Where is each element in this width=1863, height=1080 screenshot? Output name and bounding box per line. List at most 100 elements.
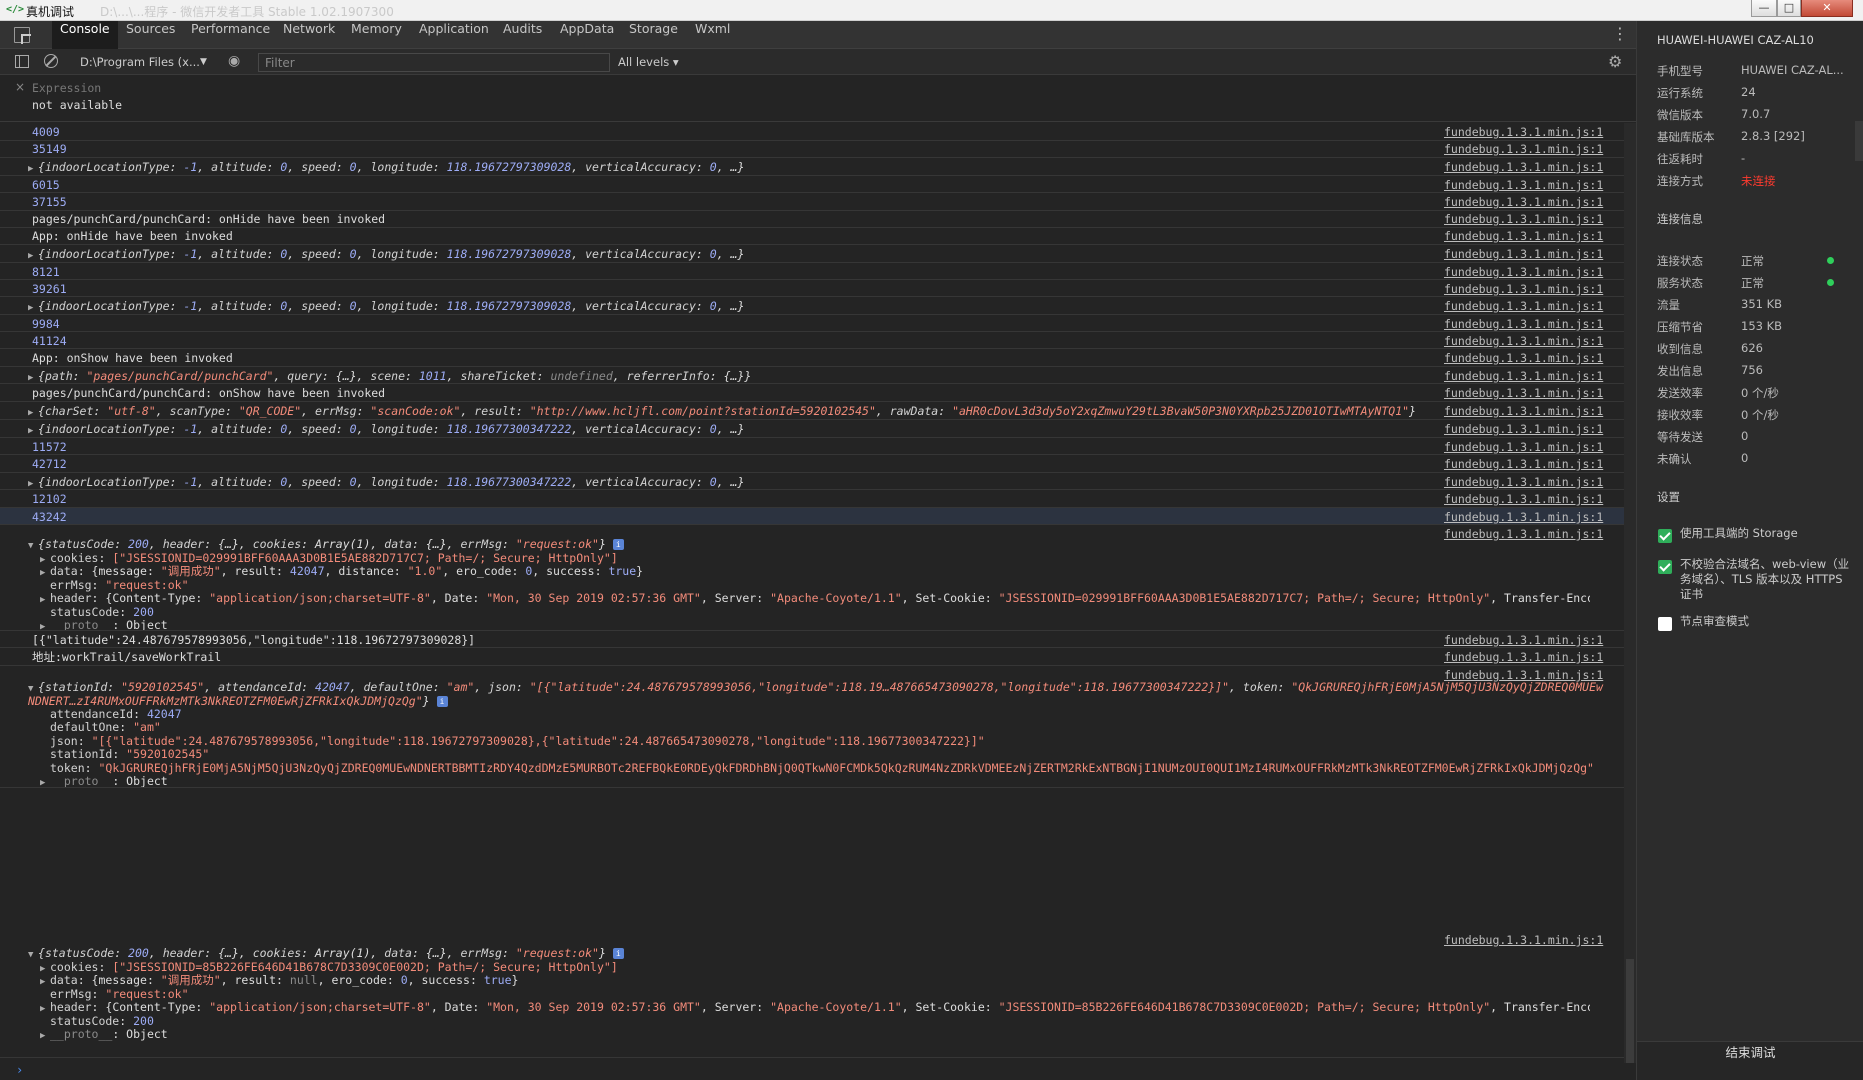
sidebar-toggle-icon[interactable]: [15, 55, 29, 68]
source-link[interactable]: fundebug.1.3.1.min.js:1: [1444, 402, 1603, 419]
log-row[interactable]: ▶ {indoorLocationType: -1, altitude: 0, s…: [0, 245, 1624, 263]
source-link[interactable]: fundebug.1.3.1.min.js:1: [1444, 631, 1603, 647]
conn-row: 接收效率 0 个/秒: [1657, 407, 1779, 423]
tab-wxml[interactable]: Wxml: [687, 21, 738, 49]
eye-icon[interactable]: ◉: [228, 54, 244, 68]
source-link[interactable]: fundebug.1.3.1.min.js:1: [1444, 349, 1603, 366]
tab-network[interactable]: Network: [275, 21, 343, 49]
source-link[interactable]: fundebug.1.3.1.min.js:1: [1444, 211, 1603, 227]
source-link[interactable]: fundebug.1.3.1.min.js:1: [1444, 384, 1603, 401]
log-scrollbar[interactable]: [1624, 123, 1636, 1063]
log-row[interactable]: ▶ {indoorLocationType: -1, altitude: 0, s…: [0, 158, 1624, 176]
section-title-connection: 连接信息: [1657, 212, 1703, 226]
expand-arrow-icon[interactable]: ▶: [28, 474, 38, 489]
tab-application[interactable]: Application: [411, 21, 497, 49]
log-row[interactable]: ▶ {indoorLocationType: -1, altitude: 0, s…: [0, 420, 1624, 438]
log-row: 42712 fundebug.1.3.1.min.js:1: [0, 455, 1624, 473]
collapse-arrow-icon[interactable]: ▼: [28, 538, 38, 554]
tab-memory[interactable]: Memory: [343, 21, 410, 49]
source-link[interactable]: fundebug.1.3.1.min.js:1: [1444, 141, 1603, 157]
charset-value: "utf-8": [107, 404, 156, 418]
expand-arrow-icon[interactable]: ▶: [28, 421, 38, 437]
source-link[interactable]: fundebug.1.3.1.min.js:1: [1444, 525, 1603, 544]
expression-label[interactable]: Expression: [32, 81, 101, 95]
source-link[interactable]: fundebug.1.3.1.min.js:1: [1444, 648, 1603, 665]
source-link[interactable]: fundebug.1.3.1.min.js:1: [1444, 193, 1603, 210]
storage-checkbox[interactable]: [1658, 529, 1672, 543]
scantype-value: "QR_CODE": [238, 404, 302, 418]
log-row: 4009 fundebug.1.3.1.min.js:1: [0, 123, 1624, 141]
source-link[interactable]: fundebug.1.3.1.min.js:1: [1444, 158, 1603, 175]
source-link[interactable]: fundebug.1.3.1.min.js:1: [1444, 438, 1603, 454]
longitude-value: 118.19677300347222: [446, 475, 572, 489]
log-row-selected: 43242 fundebug.1.3.1.min.js:1: [0, 508, 1624, 525]
log-row[interactable]: ▶ {indoorLocationType: -1, altitude: 0, s…: [0, 473, 1624, 490]
source-link[interactable]: fundebug.1.3.1.min.js:1: [1444, 315, 1603, 331]
expand-arrow-icon[interactable]: ▶: [40, 1028, 50, 1044]
conn-value: 626: [1741, 341, 1763, 355]
end-debug-button[interactable]: 结束调试: [1637, 1042, 1863, 1080]
source-link[interactable]: fundebug.1.3.1.min.js:1: [1444, 473, 1603, 489]
expand-arrow-icon[interactable]: ▶: [28, 368, 38, 383]
source-link[interactable]: fundebug.1.3.1.min.js:1: [1444, 263, 1603, 279]
panel-scrollbar[interactable]: [1855, 121, 1863, 161]
tab-appdata[interactable]: AppData: [552, 21, 622, 49]
source-link[interactable]: fundebug.1.3.1.min.js:1: [1444, 367, 1603, 383]
console-log[interactable]: 4009 fundebug.1.3.1.min.js:1 35149 fundebu…: [0, 123, 1624, 1063]
source-link[interactable]: fundebug.1.3.1.min.js:1: [1444, 123, 1603, 140]
expand-arrow-icon[interactable]: ▶: [40, 565, 50, 581]
tab-audits[interactable]: Audits: [495, 21, 550, 49]
tab-performance[interactable]: Performance: [183, 21, 278, 49]
log-row: 35149 fundebug.1.3.1.min.js:1: [0, 141, 1624, 158]
collapse-arrow-icon[interactable]: ▼: [28, 947, 38, 963]
log-row[interactable]: ▶ {indoorLocationType: -1, altitude: 0, s…: [0, 297, 1624, 315]
filter-input[interactable]: [258, 53, 610, 72]
expand-arrow-icon[interactable]: ▶: [40, 619, 50, 630]
conn-key: 流量: [1657, 298, 1680, 312]
domain-check-checkbox[interactable]: [1658, 560, 1672, 574]
source-link[interactable]: fundebug.1.3.1.min.js:1: [1444, 176, 1603, 192]
tab-bar: Console Sources Performance Network Memo…: [0, 21, 1636, 49]
clear-console-icon[interactable]: [44, 54, 58, 68]
close-button[interactable]: ✕: [1801, 0, 1853, 17]
console-prompt[interactable]: ›: [0, 1063, 1624, 1080]
tab-sources[interactable]: Sources: [118, 21, 183, 49]
expand-arrow-icon[interactable]: ▶: [28, 246, 38, 262]
log-row[interactable]: ▶ {path: "pages/punchCard/punchCard", que…: [0, 367, 1624, 384]
log-row[interactable]: ▶ {charSet: "utf-8", scanType: "QR_CODE",…: [0, 402, 1624, 420]
source-link[interactable]: fundebug.1.3.1.min.js:1: [1444, 245, 1603, 262]
log-object-expanded[interactable]: fundebug.1.3.1.min.js:1 ▼ {stationId: "59…: [0, 666, 1624, 788]
source-link[interactable]: fundebug.1.3.1.min.js:1: [1444, 490, 1603, 507]
tab-console[interactable]: Console: [52, 21, 118, 49]
remove-expression-icon[interactable]: ×: [15, 80, 25, 94]
log-levels-select[interactable]: All levels ▾: [618, 52, 679, 72]
expand-arrow-icon[interactable]: ▶: [40, 1001, 50, 1017]
more-options-icon[interactable]: ⋮: [1612, 25, 1628, 43]
log-object-expanded[interactable]: fundebug.1.3.1.min.js:1 ▼ {statusCode: 20…: [0, 525, 1624, 631]
source-link[interactable]: fundebug.1.3.1.min.js:1: [1444, 508, 1603, 524]
expand-arrow-icon[interactable]: ▶: [40, 974, 50, 990]
conn-value: 正常: [1741, 254, 1764, 268]
source-link[interactable]: fundebug.1.3.1.min.js:1: [1444, 297, 1603, 314]
source-link[interactable]: fundebug.1.3.1.min.js:1: [1444, 455, 1603, 472]
expand-arrow-icon[interactable]: ▶: [28, 403, 38, 419]
log-object-expanded[interactable]: fundebug.1.3.1.min.js:1 ▼ {statusCode: 20…: [0, 788, 1624, 1058]
expand-arrow-icon[interactable]: ▶: [40, 775, 50, 787]
gear-icon[interactable]: ⚙: [1608, 52, 1622, 71]
source-link[interactable]: fundebug.1.3.1.min.js:1: [1444, 420, 1603, 437]
expand-arrow-icon[interactable]: ▶: [28, 159, 38, 175]
source-link[interactable]: fundebug.1.3.1.min.js:1: [1444, 332, 1603, 348]
live-expression: × Expression not available: [0, 75, 1636, 122]
maximize-button[interactable]: □: [1777, 0, 1801, 17]
node-inspect-checkbox[interactable]: [1658, 617, 1672, 631]
expand-arrow-icon[interactable]: ▶: [28, 298, 38, 314]
source-link[interactable]: fundebug.1.3.1.min.js:1: [1444, 930, 1603, 950]
expand-arrow-icon[interactable]: ▶: [40, 592, 50, 608]
tab-storage[interactable]: Storage: [621, 21, 686, 49]
source-link[interactable]: fundebug.1.3.1.min.js:1: [1444, 280, 1603, 296]
context-select[interactable]: D:\Program Files (x... ▼: [80, 52, 210, 72]
minimize-button[interactable]: —: [1751, 0, 1777, 17]
inspect-element-icon[interactable]: [14, 27, 30, 43]
source-link[interactable]: fundebug.1.3.1.min.js:1: [1444, 228, 1603, 244]
scrollbar-thumb[interactable]: [1626, 959, 1634, 1063]
